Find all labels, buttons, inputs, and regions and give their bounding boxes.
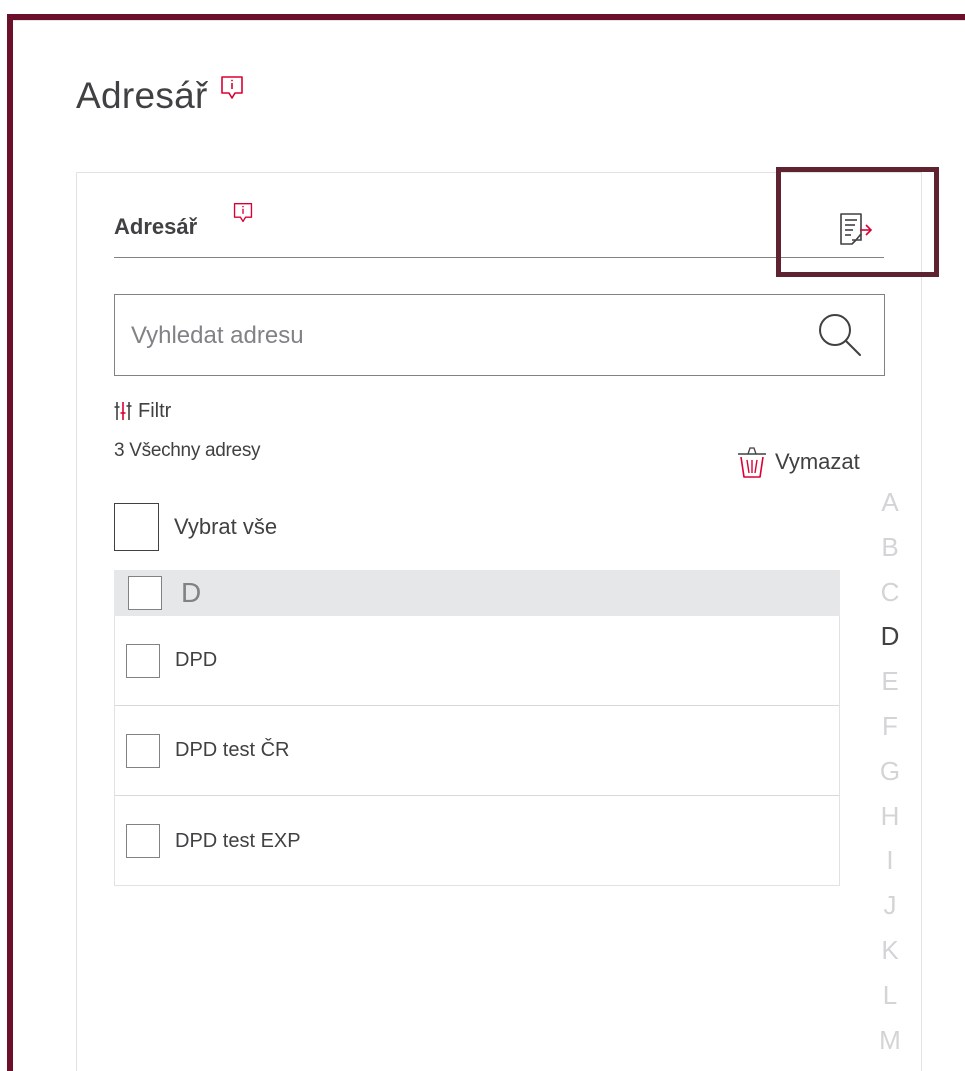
alphabet-letter[interactable]: C: [870, 570, 910, 615]
search-input[interactable]: [131, 315, 791, 357]
alphabet-letter[interactable]: H: [870, 794, 910, 839]
select-all-label: Vybrat vše: [174, 514, 278, 539]
group-header-d: D: [114, 570, 840, 616]
trash-icon: [738, 447, 766, 478]
list-item[interactable]: DPD test ČR: [115, 706, 839, 796]
delete-button[interactable]: Vymazat: [735, 444, 860, 480]
alphabet-letter[interactable]: K: [870, 928, 910, 973]
info-bubble-icon[interactable]: [220, 75, 244, 101]
alphabet-index: A B C D E F G H I J K L M: [870, 480, 910, 1062]
alphabet-letter[interactable]: G: [870, 749, 910, 794]
group-letter: D: [181, 577, 202, 608]
page-title: Adresář: [76, 75, 208, 116]
list-item-label: DPD test ČR: [175, 739, 290, 761]
list-item[interactable]: DPD: [115, 616, 839, 706]
item-checkbox[interactable]: [126, 824, 160, 858]
info-bubble-icon[interactable]: [232, 202, 254, 224]
alphabet-letter[interactable]: D: [870, 614, 910, 659]
list-item-label: DPD: [175, 649, 218, 671]
item-checkbox[interactable]: [126, 643, 160, 678]
select-all-row: Vybrat vše: [114, 502, 277, 552]
search-field: [114, 294, 885, 376]
address-count: 3 Všechny adresy: [114, 440, 261, 461]
group-checkbox[interactable]: [128, 576, 162, 610]
top-divider: [13, 20, 965, 21]
alphabet-letter[interactable]: E: [870, 659, 910, 704]
select-all-checkbox[interactable]: [114, 503, 159, 551]
frame-left-border: [7, 14, 13, 1071]
sliders-icon: [114, 402, 132, 420]
alphabet-letter[interactable]: L: [870, 973, 910, 1018]
list-item[interactable]: DPD test EXP: [115, 796, 839, 886]
delete-label: Vymazat: [775, 449, 860, 474]
filter-label: Filtr: [138, 399, 172, 422]
card-header: Adresář: [114, 200, 884, 258]
card-title: Adresář: [114, 214, 198, 239]
item-checkbox[interactable]: [126, 733, 160, 768]
highlight-annotation: [776, 167, 939, 277]
alphabet-letter[interactable]: F: [870, 704, 910, 749]
alphabet-letter[interactable]: I: [870, 838, 910, 883]
search-icon[interactable]: [814, 309, 866, 361]
list-item-label: DPD test EXP: [175, 829, 301, 852]
address-list: DPD DPD test ČR DPD test EXP: [114, 616, 840, 886]
alphabet-letter[interactable]: M: [870, 1018, 910, 1063]
page-header: Adresář: [76, 72, 244, 122]
filter-button[interactable]: Filtr: [114, 396, 171, 426]
alphabet-letter[interactable]: B: [870, 525, 910, 570]
alphabet-letter[interactable]: A: [870, 480, 910, 525]
alphabet-letter[interactable]: J: [870, 883, 910, 928]
